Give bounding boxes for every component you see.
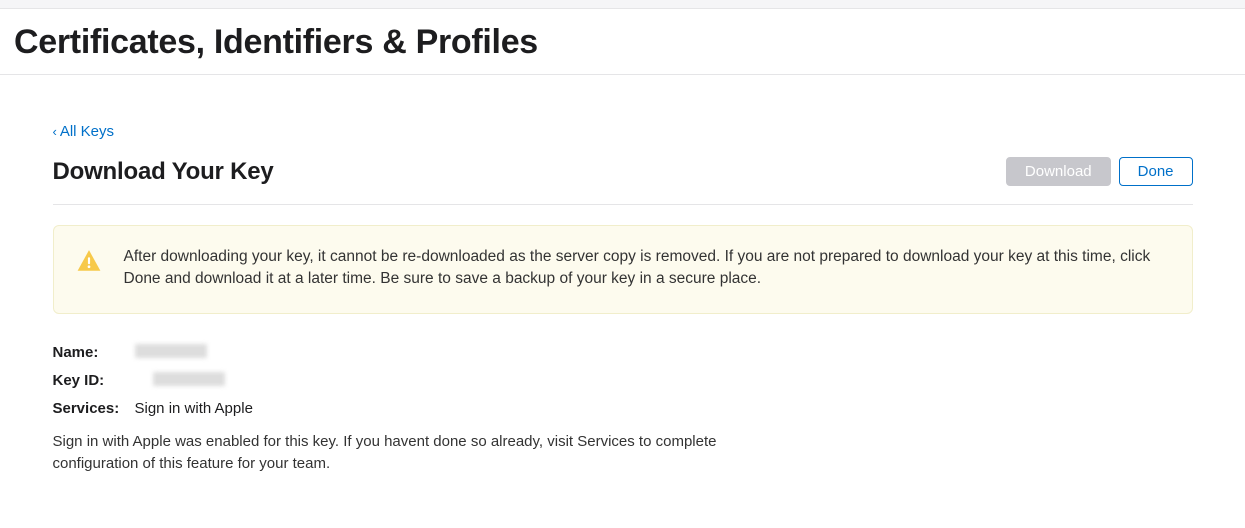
detail-keyid-row: Key ID: — [53, 372, 1193, 390]
top-gray-bar — [0, 0, 1245, 9]
detail-name-label: Name: — [53, 344, 135, 361]
download-button[interactable]: Download — [1006, 157, 1111, 186]
detail-services-value: Sign in with Apple — [135, 400, 253, 417]
detail-services-row: Services: Sign in with Apple — [53, 400, 1193, 417]
key-details: Name: Key ID: Services: Sign in with App… — [53, 344, 1193, 475]
title-row: Download Your Key Download Done — [53, 151, 1193, 205]
warning-icon — [76, 248, 102, 279]
detail-keyid-value — [135, 372, 225, 390]
back-row: ‹ All Keys — [53, 75, 1193, 151]
back-all-keys-link[interactable]: ‹ All Keys — [53, 123, 115, 140]
warning-alert: After downloading your key, it cannot be… — [53, 225, 1193, 314]
detail-name-row: Name: — [53, 344, 1193, 362]
warning-text: After downloading your key, it cannot be… — [124, 246, 1170, 291]
page-subtitle: Download Your Key — [53, 158, 274, 186]
detail-note: Sign in with Apple was enabled for this … — [53, 431, 753, 475]
chevron-left-icon: ‹ — [53, 125, 57, 138]
back-link-label: All Keys — [60, 123, 114, 140]
done-button[interactable]: Done — [1119, 157, 1193, 186]
action-buttons: Download Done — [1006, 157, 1193, 186]
detail-services-label: Services: — [53, 400, 135, 417]
main-content: ‹ All Keys Download Your Key Download Do… — [53, 75, 1193, 514]
detail-keyid-label: Key ID: — [53, 372, 135, 389]
detail-name-value — [135, 344, 207, 362]
page-title: Certificates, Identifiers & Profiles — [14, 23, 1231, 62]
page-header: Certificates, Identifiers & Profiles — [0, 9, 1245, 75]
